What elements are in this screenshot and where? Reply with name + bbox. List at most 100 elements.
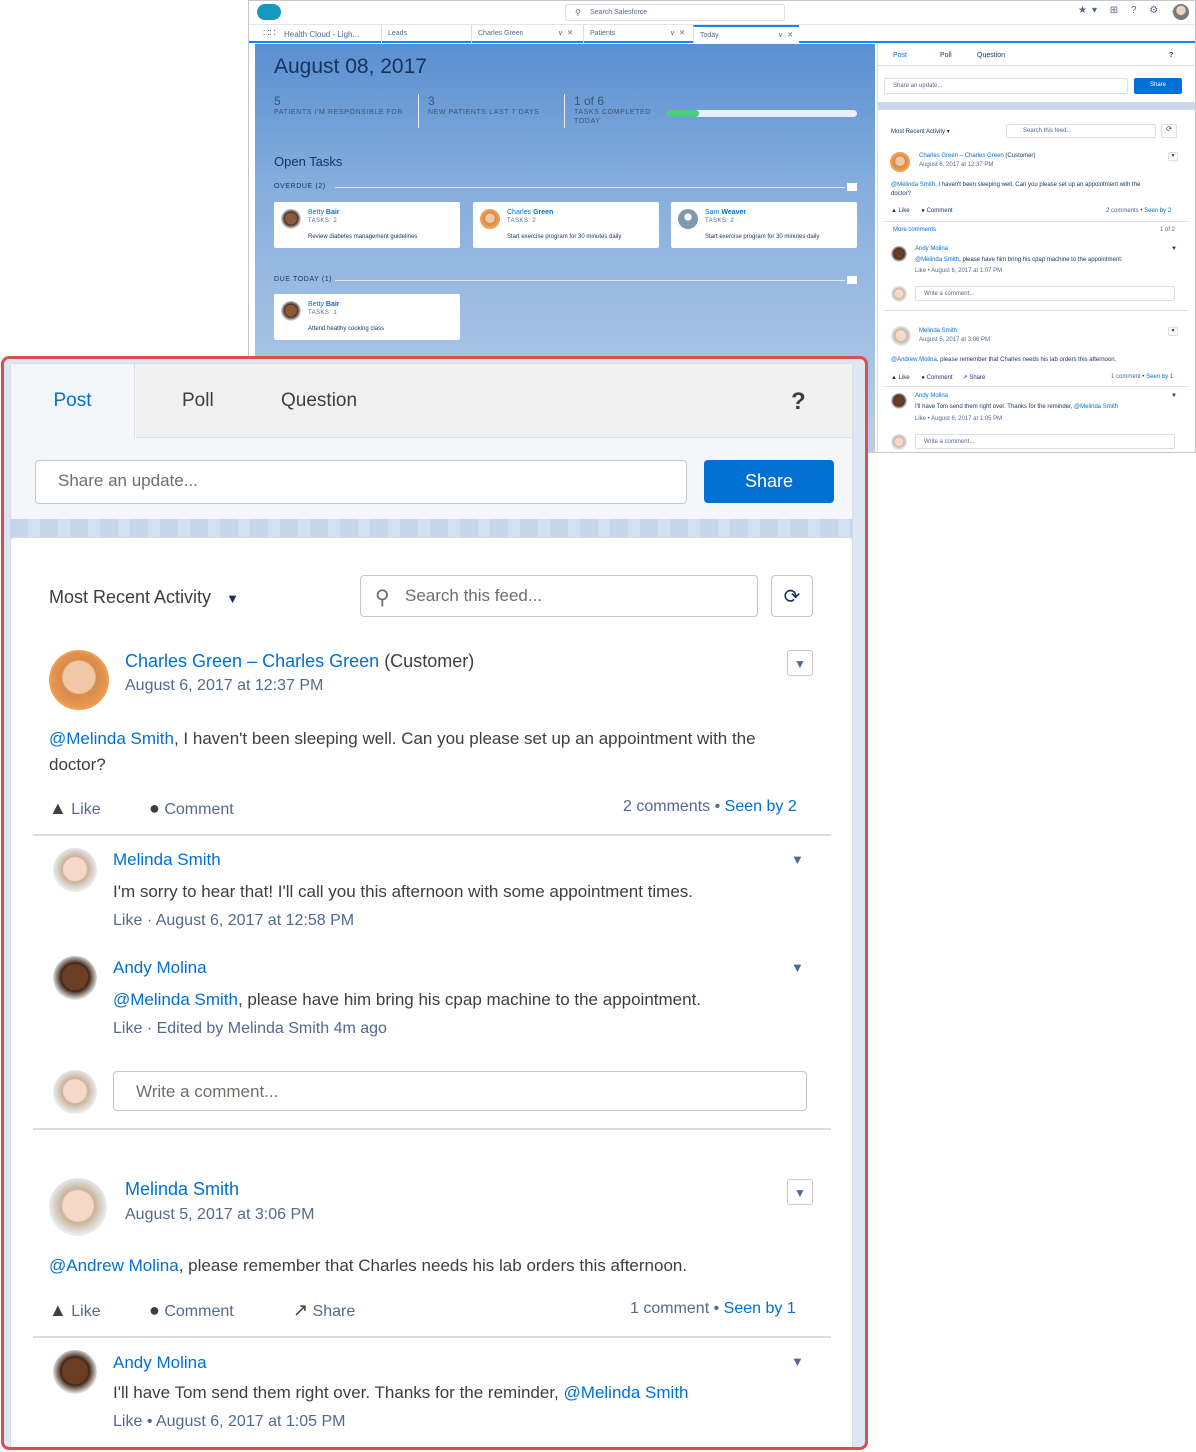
comments-count[interactable]: 1 comment <box>630 1300 709 1317</box>
close-icon[interactable]: ✕ <box>787 31 793 39</box>
tab-poll[interactable]: Poll <box>940 52 952 59</box>
chevron-down-icon[interactable]: ∨ <box>558 29 563 37</box>
comments-count[interactable]: 2 comments <box>623 798 710 815</box>
post-stats[interactable]: 2 comments • Seen by 2 <box>1106 208 1171 214</box>
task-patient-name[interactable]: Betty Bair <box>308 301 340 308</box>
chevron-down-icon[interactable]: ∨ <box>778 31 783 39</box>
comment-author[interactable]: Andy Molina <box>113 1353 207 1373</box>
comment-author[interactable]: Andy Molina <box>113 958 207 978</box>
post-target[interactable]: Charles Green <box>262 651 379 671</box>
comment-input[interactable]: Write a comment... <box>915 434 1175 449</box>
mention-link[interactable]: @Melinda Smith <box>49 729 174 748</box>
zoomed-feed-callout: Post Poll Question ? Share an update... … <box>1 356 868 1450</box>
background-texture <box>10 519 853 539</box>
comment-icon: ● <box>149 1300 160 1320</box>
share-update-input[interactable]: Share an update... <box>35 460 687 504</box>
chevron-down-icon[interactable]: ▼ <box>1171 393 1177 399</box>
close-icon[interactable]: ✕ <box>567 29 573 37</box>
chevron-down-icon[interactable]: ∨ <box>670 29 675 37</box>
share-button[interactable]: Share <box>1134 78 1182 94</box>
chevron-down-icon[interactable]: ▼ <box>1171 246 1177 252</box>
comment-like-link[interactable]: Like <box>113 912 142 929</box>
post-stats: 2 comments • Seen by 2 <box>623 798 797 816</box>
avatar[interactable] <box>53 1350 97 1394</box>
global-search-input[interactable]: ⚲ Search Salesforce <box>565 4 785 21</box>
share-input[interactable]: Share an update... <box>884 78 1128 94</box>
collapse-icon[interactable] <box>847 276 857 284</box>
tab-patients[interactable]: Patients ∨ ✕ <box>583 25 691 43</box>
more-comments-link[interactable]: More comments <box>893 227 936 233</box>
tab-question[interactable]: Question <box>281 364 357 439</box>
tab-question[interactable]: Question <box>977 52 1005 59</box>
close-icon[interactable]: ✕ <box>679 29 685 37</box>
post-actions[interactable]: ▲ Like ● Comment ↗ Share <box>891 374 985 381</box>
sort-dropdown[interactable]: Most Recent Activity ▼ <box>49 587 239 608</box>
avatar[interactable] <box>53 956 97 1000</box>
refresh-icon[interactable]: ⟳ <box>1161 124 1177 138</box>
chevron-down-icon[interactable]: ▼ <box>791 960 804 975</box>
comment-author[interactable]: Andy Molina <box>915 393 948 399</box>
task-card[interactable]: Sam Weaver TASKS: 2 Start exercise progr… <box>671 202 857 248</box>
tab-today[interactable]: Today ∨ ✕ <box>693 25 799 43</box>
post-actions[interactable]: ▲ Like ● Comment <box>891 208 953 214</box>
share-button[interactable]: Share <box>704 460 834 503</box>
task-card[interactable]: Betty Bair TASKS: 2 Review diabetes mana… <box>274 202 460 248</box>
utility-icons[interactable]: ★▾ ⊞ ? ⚙ ♨ <box>1078 5 1185 16</box>
mention-link[interactable]: @Melinda Smith <box>113 990 238 1009</box>
tab-post[interactable]: Post <box>11 364 135 439</box>
seen-by-link[interactable]: Seen by 2 <box>725 798 797 815</box>
task-patient-name[interactable]: Charles Green <box>507 209 553 216</box>
refresh-icon[interactable]: ⟳ <box>771 575 813 617</box>
comment-page-count: 1 of 2 <box>1160 227 1176 233</box>
search-placeholder: Search this feed... <box>405 586 543 605</box>
tab-poll[interactable]: Poll <box>182 364 214 439</box>
task-card[interactable]: Charles Green TASKS: 2 Start exercise pr… <box>473 202 659 248</box>
comment-like-link[interactable]: Like <box>113 1020 142 1037</box>
metric-divider <box>418 94 419 128</box>
post-author[interactable]: Charles Green <box>125 651 242 671</box>
chevron-down-icon[interactable]: ▼ <box>1168 327 1178 336</box>
task-card[interactable]: Betty Bair TASKS: 1 Attend healthy cooki… <box>274 294 460 340</box>
avatar <box>891 286 907 302</box>
tab-charles-green[interactable]: Charles Green ∨ ✕ <box>471 25 579 43</box>
user-avatar[interactable] <box>1173 4 1189 20</box>
help-icon[interactable]: ? <box>791 388 806 416</box>
tab-leads[interactable]: Leads <box>381 25 471 43</box>
avatar[interactable] <box>53 848 97 892</box>
comment-author[interactable]: Andy Molina <box>915 246 948 252</box>
chevron-down-icon[interactable]: ▼ <box>1168 152 1178 161</box>
comment-text: I'll have Tom send them right over. Than… <box>113 1383 559 1402</box>
comment-author[interactable]: Melinda Smith <box>113 850 221 870</box>
avatar[interactable] <box>49 1178 107 1236</box>
like-button[interactable]: ▲ Like <box>49 1300 101 1321</box>
tab-post[interactable]: Post <box>893 52 907 59</box>
chevron-down-icon[interactable]: ▼ <box>787 650 813 676</box>
feed-search-input[interactable]: ⚲ Search this feed... <box>360 575 758 617</box>
comment-input[interactable]: Write a comment... <box>915 286 1175 301</box>
chevron-down-icon[interactable]: ▼ <box>791 852 804 867</box>
task-patient-name[interactable]: Betty Bair <box>308 209 340 216</box>
chevron-down-icon[interactable]: ▼ <box>787 1179 813 1205</box>
avatar[interactable] <box>49 650 109 710</box>
comment-button[interactable]: ● Comment <box>149 1300 234 1321</box>
comment-button[interactable]: ● Comment <box>149 798 234 819</box>
help-icon[interactable]: ? <box>1169 52 1173 59</box>
share-icon: ↗ <box>293 1300 309 1320</box>
seen-by-link[interactable]: Seen by 1 <box>724 1300 796 1317</box>
sort-dropdown[interactable]: Most Recent Activity ▾ <box>891 128 950 135</box>
mention-link[interactable]: @Melinda Smith <box>564 1383 689 1402</box>
task-patient-name[interactable]: Sam Weaver <box>705 209 746 216</box>
write-comment-input[interactable]: Write a comment... <box>113 1071 807 1111</box>
share-action-button[interactable]: ↗ Share <box>293 1300 355 1321</box>
collapse-icon[interactable] <box>847 183 857 191</box>
like-button[interactable]: ▲ Like <box>49 798 101 819</box>
post-author[interactable]: Melinda Smith <box>919 328 957 334</box>
post-stats[interactable]: 1 comment • Seen by 1 <box>1111 374 1173 380</box>
comment-like-link[interactable]: Like <box>113 1413 142 1430</box>
divider <box>33 834 831 836</box>
feed-search-input[interactable]: Search this feed... <box>1006 124 1156 138</box>
post-author[interactable]: Melinda Smith <box>125 1179 239 1200</box>
chevron-down-icon[interactable]: ▼ <box>791 1354 804 1369</box>
mention-link[interactable]: @Andrew Molina <box>49 1256 179 1275</box>
app-launcher-icon[interactable]: ∷∷ <box>263 28 276 39</box>
